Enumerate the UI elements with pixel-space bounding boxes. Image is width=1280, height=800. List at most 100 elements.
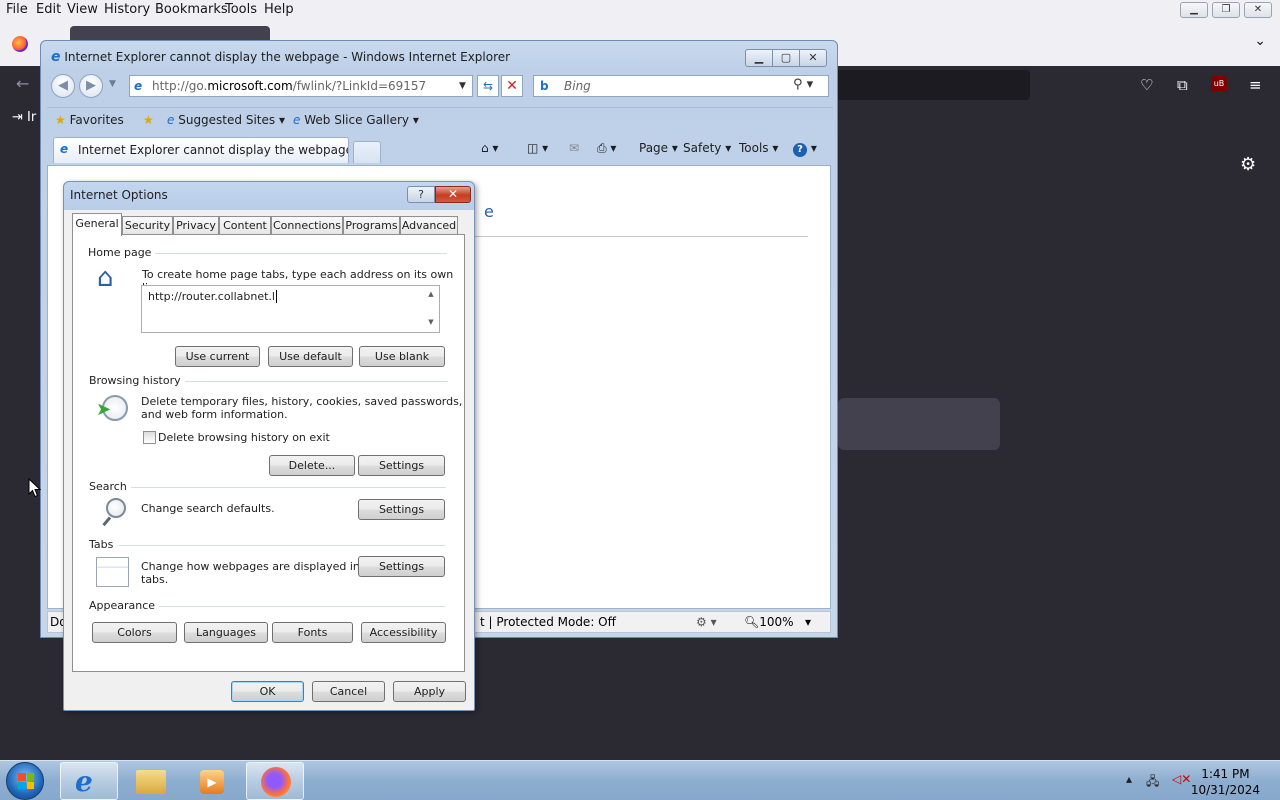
use-default-button[interactable]: Use default — [268, 346, 353, 367]
taskbar-media-player-button[interactable]: ▶ — [184, 762, 242, 800]
page-menu[interactable]: Page ▾ — [639, 141, 678, 155]
show-hidden-icons-icon[interactable]: ▴ — [1126, 772, 1132, 786]
favorites-button[interactable]: ★ Favorites — [55, 113, 124, 127]
history-settings-button[interactable]: Settings — [358, 455, 445, 476]
search-input[interactable]: b Bing — [533, 75, 829, 97]
suggested-sites-label: Suggested Sites — [178, 113, 276, 127]
home-page-textarea[interactable]: http://router.collabnet.l — [141, 285, 440, 333]
taskbar-firefox-button[interactable] — [246, 762, 304, 800]
page-icon: e — [167, 113, 175, 127]
tabs-description-1: Change how webpages are displayed in — [141, 560, 360, 573]
minimize-icon[interactable]: ▁ — [745, 49, 773, 67]
menu-history[interactable]: History — [104, 2, 150, 17]
add-favorites-icon[interactable]: ★ — [143, 113, 154, 127]
firefox-search-panel[interactable] — [838, 398, 1000, 450]
security-zone-icon[interactable]: ⚙ ▾ — [696, 615, 717, 629]
web-slice-gallery-button[interactable]: e Web Slice Gallery ▾ — [293, 113, 419, 127]
zoom-control[interactable]: 🔍︎100% ▾ — [744, 615, 811, 629]
ie-window-title: Internet Explorer cannot display the web… — [64, 50, 511, 64]
read-mail-icon[interactable]: ✉ — [569, 141, 579, 155]
delete-on-exit-checkbox[interactable] — [143, 431, 156, 444]
ublock-origin-icon[interactable]: uB — [1211, 76, 1227, 92]
textarea-scrollbar[interactable]: ▲ ▼ — [423, 286, 439, 332]
volume-muted-icon[interactable]: ◁✕ — [1172, 772, 1191, 786]
tools-menu[interactable]: Tools ▾ — [739, 141, 778, 155]
taskbar-ie-button[interactable]: e — [60, 762, 118, 800]
history-dropdown-icon[interactable]: ▼ — [109, 79, 116, 89]
network-icon[interactable]: 🖧︎ — [1146, 772, 1159, 793]
menu-help[interactable]: Help — [264, 2, 294, 17]
tab-connections[interactable]: Connections — [271, 216, 343, 235]
back-arrow-icon: ◀ — [58, 78, 68, 93]
clock-date: 10/31/2024 — [1190, 783, 1260, 797]
page-icon: e — [60, 142, 69, 156]
fonts-button[interactable]: Fonts — [272, 622, 353, 643]
scroll-up-icon[interactable]: ▲ — [423, 290, 439, 298]
start-button[interactable] — [6, 762, 44, 800]
firefox-url-bar[interactable] — [836, 70, 1030, 100]
menu-tools[interactable]: Tools — [225, 2, 257, 17]
cancel-button[interactable]: Cancel — [312, 681, 385, 702]
search-placeholder: Bing — [564, 79, 591, 93]
tab-advanced[interactable]: Advanced — [400, 216, 458, 235]
tab-content[interactable]: Content — [219, 216, 271, 235]
hamburger-menu-icon[interactable]: ≡ — [1249, 76, 1262, 94]
delete-history-button[interactable]: Delete... — [269, 455, 355, 476]
use-blank-button[interactable]: Use blank — [359, 346, 445, 367]
refresh-icon[interactable]: ⇆ — [477, 75, 499, 97]
dialog-close-button[interactable]: ✕ — [435, 186, 471, 203]
use-current-button[interactable]: Use current — [175, 346, 260, 367]
history-clock-icon: ➤ — [96, 393, 130, 423]
feeds-icon[interactable]: ◫ ▾ — [527, 141, 548, 155]
ie-active-tab[interactable]: e Internet Explorer cannot display the w… — [53, 137, 349, 163]
close-icon[interactable]: ✕ — [1244, 2, 1272, 18]
back-button[interactable]: ◀ — [51, 74, 75, 98]
help-icon[interactable]: ? ▾ — [793, 141, 817, 157]
ie-tab-row: e Internet Explorer cannot display the w… — [47, 135, 833, 163]
languages-button[interactable]: Languages — [184, 622, 268, 643]
forward-button[interactable]: ▶ — [79, 74, 103, 98]
tabs-settings-button[interactable]: Settings — [358, 556, 445, 577]
tab-security[interactable]: Security — [122, 216, 173, 235]
maximize-icon[interactable]: ▢ — [772, 49, 800, 67]
menu-view[interactable]: View — [67, 2, 98, 17]
home-icon[interactable]: ⌂ ▾ — [481, 141, 498, 155]
taskbar-explorer-button[interactable] — [122, 762, 180, 800]
pocket-icon[interactable]: ♡ — [1140, 76, 1153, 94]
restore-icon[interactable]: ❐ — [1212, 2, 1240, 18]
menu-file[interactable]: File — [6, 2, 28, 17]
firefox-menubar: File Edit View History Bookmarks Tools H… — [0, 0, 1280, 20]
group-divider — [129, 487, 446, 488]
extensions-icon[interactable]: ⧉ — [1177, 76, 1188, 94]
clock[interactable]: 1:41 PM 10/31/2024 — [1191, 766, 1260, 798]
new-tab-button[interactable] — [353, 141, 381, 163]
print-icon[interactable]: ⎙ ▾ — [597, 141, 616, 156]
menu-edit[interactable]: Edit — [36, 2, 61, 17]
forward-arrow-icon: ▶ — [86, 78, 96, 93]
help-button[interactable]: ? — [407, 186, 435, 203]
colors-button[interactable]: Colors — [92, 622, 177, 643]
mouse-cursor-icon — [28, 478, 42, 498]
tab-privacy[interactable]: Privacy — [173, 216, 219, 235]
search-icon[interactable]: ⚲ ▾ — [793, 77, 813, 92]
accessibility-button[interactable]: Accessibility — [361, 622, 446, 643]
chevron-down-icon[interactable]: ⌄ — [1254, 33, 1266, 49]
close-icon[interactable]: ✕ — [799, 49, 827, 67]
menu-bookmarks[interactable]: Bookmarks — [155, 2, 228, 17]
scroll-down-icon[interactable]: ▼ — [423, 318, 439, 326]
suggested-sites-button[interactable]: e Suggested Sites ▾ — [167, 113, 285, 127]
gear-icon[interactable]: ⚙ — [1240, 154, 1256, 175]
search-settings-button[interactable]: Settings — [358, 499, 445, 520]
tab-title: Internet Explorer cannot display the web… — [78, 143, 349, 157]
tab-general[interactable]: General — [72, 213, 122, 236]
address-dropdown-icon[interactable]: ▼ — [459, 75, 473, 97]
minimize-icon[interactable]: ▁ — [1180, 2, 1208, 18]
back-arrow-icon[interactable]: ← — [16, 74, 29, 93]
address-bar[interactable]: e http://go.microsoft.com/fwlink/?LinkId… — [129, 75, 473, 97]
safety-menu[interactable]: Safety ▾ — [683, 141, 731, 155]
import-bookmarks-link[interactable]: ⇥ Ir — [12, 110, 36, 125]
tab-programs[interactable]: Programs — [343, 216, 400, 235]
apply-button[interactable]: Apply — [393, 681, 466, 702]
stop-icon[interactable]: ✕ — [501, 75, 523, 97]
ok-button[interactable]: OK — [231, 681, 304, 702]
